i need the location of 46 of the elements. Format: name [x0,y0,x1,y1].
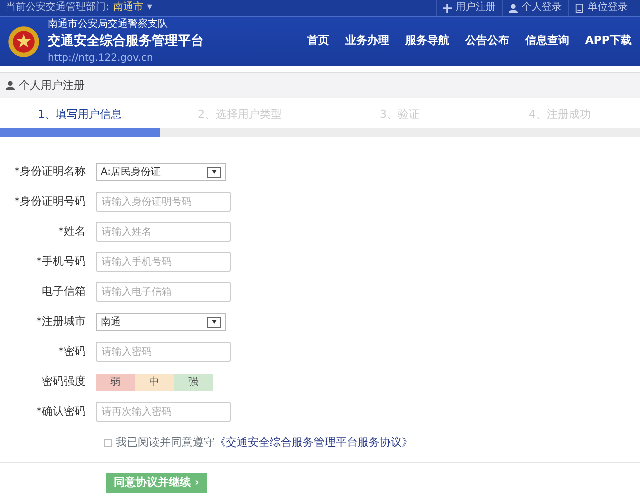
person-icon [509,4,518,12]
field-label: *身份证明号码 [14,194,87,210]
input-field[interactable]: 请输入姓名 [96,222,231,242]
nav-link[interactable]: 首页 [307,33,330,50]
field-label: *注册城市 [36,314,87,330]
city-selector[interactable]: 南通市 [113,0,144,16]
emblem-icon [8,24,40,58]
strength-segment: 弱 [96,374,135,390]
nav-link[interactable]: 服务导航 [405,33,450,50]
checkbox[interactable] [104,439,112,448]
nav-link[interactable]: 信息查询 [525,33,570,50]
agreement-link[interactable]: 《交通安全综合服务管理平台服务协议》 [215,435,413,452]
field-label: *身份证明名称 [14,164,87,180]
section-title: 个人用户注册 [19,78,85,94]
caret-icon [210,320,218,324]
input-field[interactable]: 请输入身份证明号码 [96,192,231,212]
person-icon [6,81,15,90]
strength-segment: 强 [174,374,213,390]
nav-link[interactable]: APP下载 [585,33,632,50]
field-label: *密码 [58,344,87,360]
select-field[interactable]: A:居民身份证 [96,163,226,181]
input-field[interactable]: 请输入电子信箱 [96,282,231,302]
input-field[interactable]: 请再次输入密码 [96,402,231,422]
site-title: 交通安全综合服务管理平台 [48,32,204,51]
agreement-text: 我已阅读并同意遵守 [116,435,215,451]
field-label: 密码强度 [41,374,87,390]
dropdown-icon[interactable] [207,316,221,328]
department-label: 当前公安交通管理部门: [6,0,110,15]
dropdown-icon[interactable] [207,166,221,178]
caret-icon [210,170,218,174]
organization-name: 南通市公安局交通警察支队 [48,18,169,32]
document-icon [575,4,584,12]
input-field[interactable]: 请输入手机号码 [96,252,231,272]
field-label: *确认密码 [36,404,87,420]
field-label: *姓名 [58,224,87,240]
nav-link[interactable]: 公告公布 [465,33,510,50]
site-url[interactable]: http://ntg.122.gov.cn [48,51,204,66]
plus-icon [443,4,452,12]
step-label: 1、填写用户信息 [38,108,122,121]
field-label: 电子信箱 [41,284,87,300]
nav-link[interactable]: 业务办理 [345,33,390,50]
caret-icon[interactable]: ▾ [147,0,152,16]
strength-segment: 中 [135,374,174,390]
field-label: *手机号码 [36,254,87,270]
select-field[interactable]: 南通 [96,313,226,331]
input-field[interactable]: 请输入密码 [96,342,231,362]
